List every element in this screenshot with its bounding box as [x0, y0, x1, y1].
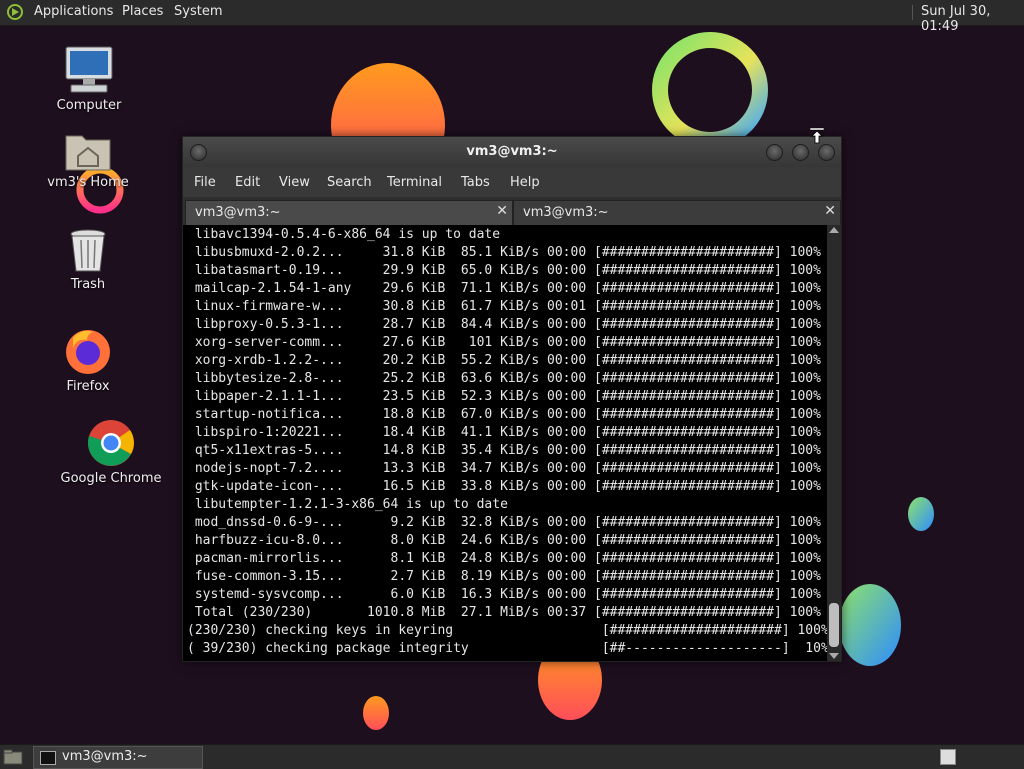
desktop-icon-label: Computer: [56, 98, 122, 113]
desktop-icon-trash[interactable]: Trash: [33, 228, 143, 292]
scroll-down-icon[interactable]: [829, 653, 839, 659]
terminal-line: mod_dnssd-0.6-9-... 9.2 KiB 32.8 KiB/s 0…: [187, 515, 821, 530]
bottom-panel: vm3@vm3:~: [0, 744, 1024, 769]
terminal-line: libspiro-1:20221... 18.4 KiB 41.1 KiB/s …: [187, 425, 821, 440]
window-title: vm3@vm3:~: [466, 144, 558, 159]
menu-edit[interactable]: Edit: [235, 175, 260, 190]
menu-tabs[interactable]: Tabs: [461, 175, 490, 190]
desktop-icon-label: Firefox: [66, 379, 110, 394]
system-menu[interactable]: System: [174, 4, 222, 19]
taskbar-label: vm3@vm3:~: [62, 749, 148, 764]
terminal-window: vm3@vm3:~ File Edit View Search Terminal…: [182, 136, 842, 662]
maximize-button[interactable]: [792, 144, 809, 161]
terminal-scrollbar[interactable]: [827, 225, 841, 661]
terminal-line: mailcap-2.1.54-1-any 29.6 KiB 71.1 KiB/s…: [187, 281, 821, 296]
desktop-icon-firefox[interactable]: Firefox: [33, 326, 143, 394]
terminal-line: libutempter-1.2.1-3-x86_64 is up to date: [187, 497, 508, 512]
terminal-line: xorg-xrdb-1.2.2-... 20.2 KiB 55.2 KiB/s …: [187, 353, 821, 368]
terminal-line: harfbuzz-icu-8.0... 8.0 KiB 24.6 KiB/s 0…: [187, 533, 821, 548]
window-titlebar[interactable]: vm3@vm3:~: [183, 137, 841, 167]
terminal-output[interactable]: libavc1394-0.5.4-6-x86_64 is up to date …: [183, 225, 827, 661]
tab-close-icon[interactable]: ✕: [496, 203, 508, 219]
terminal-menubar: File Edit View Search Terminal Tabs Help: [183, 167, 841, 197]
tab-bar: vm3@vm3:~ ✕ vm3@vm3:~ ✕: [183, 197, 841, 225]
terminal-icon: [40, 751, 56, 765]
desktop-icon-computer[interactable]: Computer: [34, 45, 144, 113]
menu-terminal[interactable]: Terminal: [387, 175, 442, 190]
terminal-line: ( 39/230) checking package integrity [##…: [187, 641, 827, 656]
desktop-icon-chrome[interactable]: Google Chrome: [56, 418, 166, 486]
desktop-icon-label: vm3's Home: [47, 175, 129, 190]
terminal-line: gtk-update-icon-... 16.5 KiB 33.8 KiB/s …: [187, 479, 821, 494]
terminal-line: xorg-server-comm... 27.6 KiB 101 KiB/s 0…: [187, 335, 821, 350]
minimize-button[interactable]: [766, 144, 783, 161]
terminal-line: qt5-x11extras-5.... 14.8 KiB 35.4 KiB/s …: [187, 443, 821, 458]
scrollbar-thumb[interactable]: [829, 603, 839, 647]
chrome-icon: [87, 420, 134, 466]
tab-close-icon[interactable]: ✕: [824, 203, 836, 219]
desktop-icon-home[interactable]: vm3's Home: [33, 128, 143, 190]
taskbar-terminal-button[interactable]: vm3@vm3:~: [33, 746, 203, 769]
terminal-line: linux-firmware-w... 30.8 KiB 61.7 KiB/s …: [187, 299, 821, 314]
tab-label: vm3@vm3:~: [195, 205, 281, 220]
terminal-line: libavc1394-0.5.4-6-x86_64 is up to date: [187, 227, 501, 242]
terminal-line: libpaper-2.1.1-1... 23.5 KiB 52.3 KiB/s …: [187, 389, 821, 404]
desktop-icon-label: Trash: [70, 277, 106, 292]
close-button[interactable]: [818, 144, 835, 161]
show-desktop-icon[interactable]: [3, 749, 23, 765]
computer-icon: [65, 46, 113, 93]
terminal-line: startup-notifica... 18.8 KiB 67.0 KiB/s …: [187, 407, 821, 422]
resize-cursor-icon: [809, 127, 825, 144]
menu-view[interactable]: View: [279, 175, 310, 190]
tab-1[interactable]: vm3@vm3:~ ✕: [185, 200, 513, 225]
menu-help[interactable]: Help: [510, 175, 540, 190]
terminal-line: nodejs-nopt-7.2.... 13.3 KiB 34.7 KiB/s …: [187, 461, 821, 476]
menu-logo-icon[interactable]: [6, 3, 24, 21]
firefox-icon: [66, 330, 110, 374]
terminal-line: libusbmuxd-2.0.2... 31.8 KiB 85.1 KiB/s …: [187, 245, 821, 260]
terminal-line: systemd-sysvcomp... 6.0 KiB 16.3 KiB/s 0…: [187, 587, 821, 602]
top-panel: Applications Places System Sun Jul 30, 0…: [0, 0, 1024, 34]
terminal-line: (230/230) checking keys in keyring [####…: [187, 623, 827, 638]
terminal-line: libproxy-0.5.3-1... 28.7 KiB 84.4 KiB/s …: [187, 317, 821, 332]
menu-file[interactable]: File: [194, 175, 216, 190]
terminal-line: libatasmart-0.19... 29.9 KiB 65.0 KiB/s …: [187, 263, 821, 278]
panel-separator: [912, 5, 913, 20]
tab-2[interactable]: vm3@vm3:~ ✕: [513, 200, 841, 225]
terminal-line: Total (230/230) 1010.8 MiB 27.1 MiB/s 00…: [187, 605, 821, 620]
workspace-switcher[interactable]: [940, 749, 956, 765]
terminal-line: pacman-mirrorlis... 8.1 KiB 24.8 KiB/s 0…: [187, 551, 821, 566]
desktop-icon-label: Google Chrome: [60, 471, 162, 486]
scroll-up-icon[interactable]: [829, 227, 839, 233]
applications-menu[interactable]: Applications: [34, 4, 113, 19]
trash-icon: [70, 229, 106, 272]
terminal-text: libavc1394-0.5.4-6-x86_64 is up to date …: [183, 225, 827, 658]
terminal-line: libbytesize-2.8-... 25.2 KiB 63.6 KiB/s …: [187, 371, 821, 386]
menu-search[interactable]: Search: [327, 175, 372, 190]
terminal-line: fuse-common-3.15... 2.7 KiB 8.19 KiB/s 0…: [187, 569, 821, 584]
tab-label: vm3@vm3:~: [523, 205, 609, 220]
clock[interactable]: Sun Jul 30, 01:49: [921, 4, 1024, 34]
home-folder-icon: [65, 135, 111, 171]
places-menu[interactable]: Places: [122, 4, 163, 19]
